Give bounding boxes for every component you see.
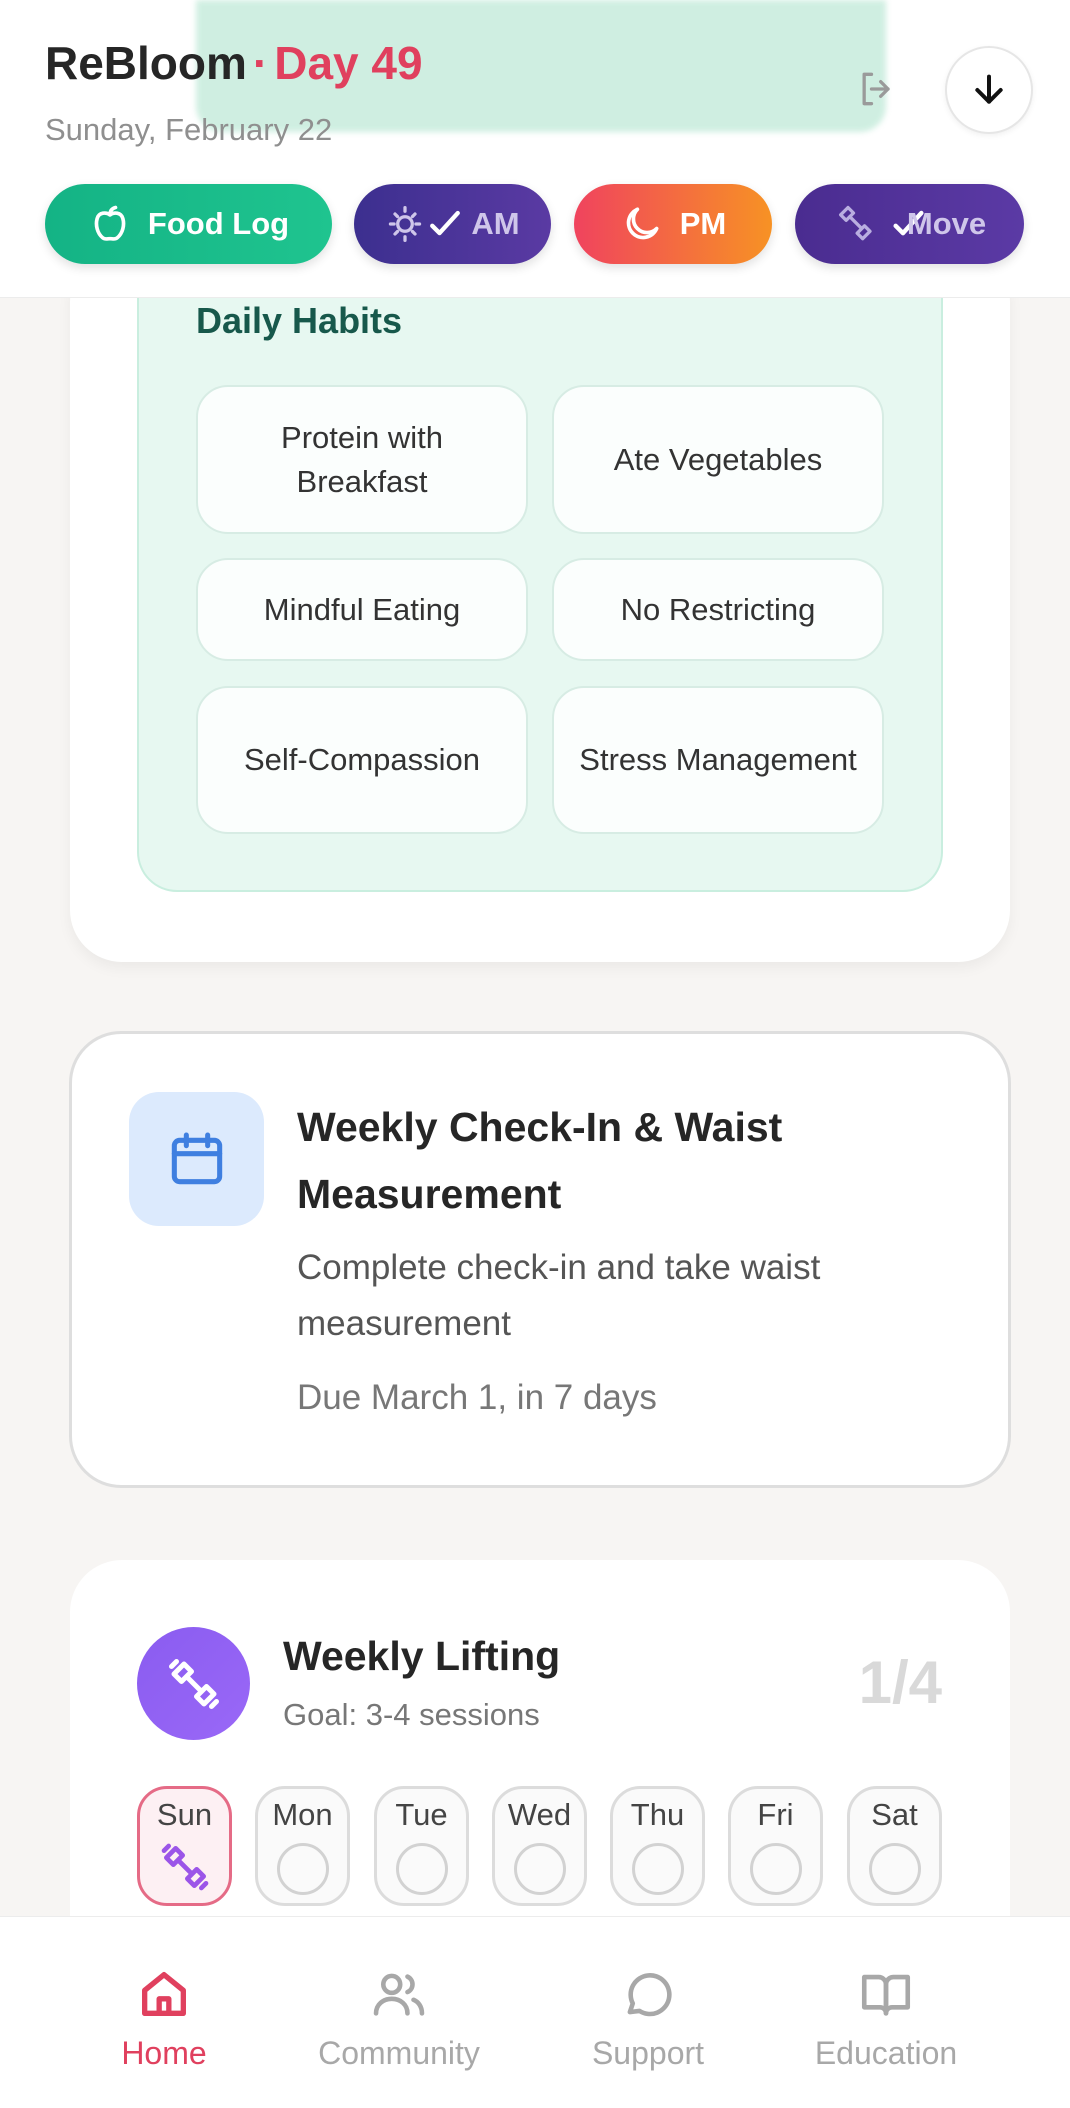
day-label: Sun	[156, 1797, 213, 1832]
checkin-due-date: Due March 1, in 7 days	[297, 1378, 657, 1417]
day-label: Wed	[507, 1797, 572, 1832]
lifting-day-tue[interactable]: Tue	[374, 1786, 469, 1906]
lifting-icon-badge	[137, 1627, 250, 1740]
empty-circle-icon	[749, 1843, 802, 1895]
move-button[interactable]: Move	[795, 184, 1024, 264]
empty-circle-icon	[513, 1843, 566, 1895]
lifting-title: Weekly Lifting	[283, 1633, 561, 1679]
nav-education[interactable]: Education	[771, 1917, 1001, 2108]
calendar-icon	[171, 1132, 222, 1185]
apple-icon	[94, 205, 126, 241]
lifting-goal: Goal: 3-4 sessions	[283, 1697, 540, 1732]
nav-education-label: Education	[814, 2035, 958, 2071]
sun-check-icon	[389, 206, 461, 242]
habit-ate-vegetables[interactable]: Ate Vegetables	[552, 385, 884, 534]
checkin-description: Complete check-in and take waist measure…	[297, 1248, 821, 1343]
food-log-label: Food Log	[147, 206, 290, 241]
move-label: Move	[906, 206, 987, 241]
book-icon	[861, 1974, 911, 2016]
day-label: Fri	[757, 1797, 794, 1832]
lifting-day-sat[interactable]: Sat	[847, 1786, 942, 1906]
nav-support[interactable]: Support	[533, 1917, 763, 2108]
moon-icon	[626, 207, 659, 240]
lifting-day-wed[interactable]: Wed	[492, 1786, 587, 1906]
bottom-nav: Home Community Support Education	[0, 1916, 1070, 2108]
lifting-day-mon[interactable]: Mon	[255, 1786, 350, 1906]
checkin-title: Weekly Check-In & Waist Measurement	[297, 1104, 783, 1217]
current-date: Sunday, February 22	[45, 112, 333, 147]
app-header: ReBloom · Day 49 Sunday, February 22 Food …	[0, 0, 1070, 298]
lifting-day-thu[interactable]: Thu	[610, 1786, 705, 1906]
pm-checkin-button[interactable]: PM	[574, 184, 772, 264]
habit-self-compassion[interactable]: Self-Compassion	[196, 686, 528, 834]
habit-no-restricting[interactable]: No Restricting	[552, 558, 884, 661]
daily-habits-title: Daily Habits	[196, 300, 403, 341]
empty-circle-icon	[276, 1843, 329, 1895]
nav-support-label: Support	[591, 2035, 705, 2071]
food-log-button[interactable]: Food Log	[45, 184, 332, 264]
nav-community-label: Community	[318, 2035, 480, 2071]
day-label: Tue	[395, 1797, 448, 1832]
nav-home-label: Home	[121, 2035, 207, 2071]
empty-circle-icon	[395, 1843, 448, 1895]
habit-protein-with-breakfast[interactable]: Protein with Breakfast	[196, 385, 528, 534]
day-label: Mon	[272, 1797, 333, 1832]
home-icon	[142, 1972, 186, 2016]
day-label: Sat	[871, 1797, 918, 1832]
calendar-icon-tile	[129, 1092, 264, 1226]
am-label: AM	[471, 206, 520, 241]
nav-community[interactable]: Community	[284, 1917, 514, 2108]
download-button[interactable]	[945, 46, 1033, 134]
empty-circle-icon	[631, 1843, 684, 1895]
nav-home[interactable]: Home	[49, 1917, 279, 2108]
habit-stress-management[interactable]: Stress Management	[552, 686, 884, 834]
arrow-down-icon	[975, 74, 1003, 104]
page-title: ReBloom · Day 49	[45, 36, 423, 90]
habit-mindful-eating[interactable]: Mindful Eating	[196, 558, 528, 661]
lifting-day-sun[interactable]: Sun	[137, 1786, 232, 1906]
logout-icon	[862, 72, 890, 106]
lifting-day-fri[interactable]: Fri	[728, 1786, 823, 1906]
empty-circle-icon	[868, 1843, 921, 1895]
users-icon	[373, 1973, 425, 2016]
pm-label: PM	[679, 206, 727, 241]
day-label: Thu	[630, 1797, 685, 1832]
app-name: ReBloom	[45, 37, 247, 89]
logout-button[interactable]	[848, 60, 906, 118]
dumbbell-icon	[168, 1658, 219, 1709]
day-counter: Day 49	[274, 37, 423, 89]
title-separator: ·	[252, 37, 269, 89]
am-checkin-button[interactable]: AM	[354, 184, 551, 264]
lifting-count: 1/4	[858, 1649, 942, 1716]
chat-bubble-icon	[627, 1973, 672, 2017]
dumbbell-icon	[161, 1843, 208, 1891]
